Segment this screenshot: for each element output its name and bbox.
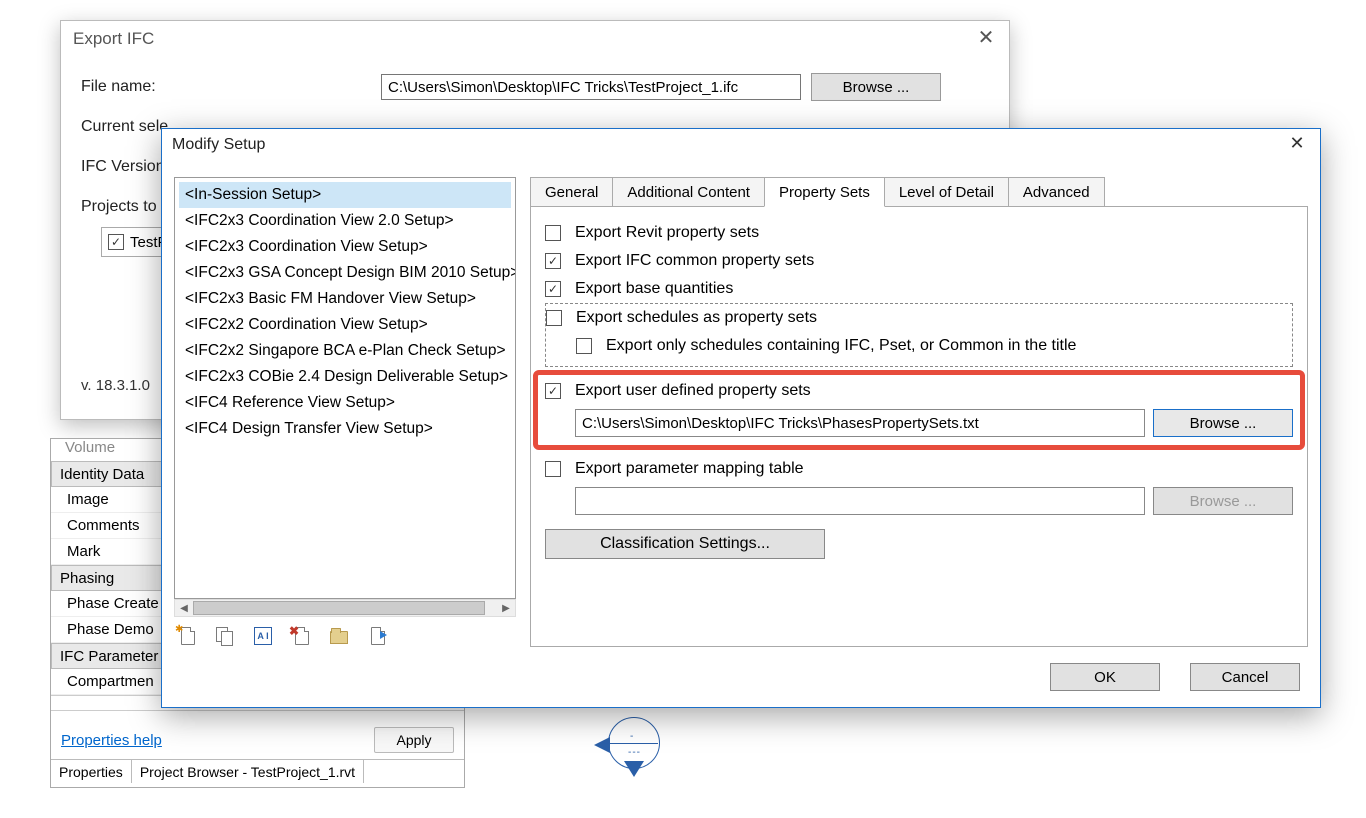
bottom-tab-strip: Properties Project Browser - TestProject… [51, 759, 464, 783]
navigation-wheel-icon[interactable]: - --- [600, 717, 660, 777]
user-defined-browse-button[interactable]: Browse ... [1153, 409, 1293, 437]
mapping-browse-button: Browse ... [1153, 487, 1293, 515]
scroll-left-icon[interactable]: ◀ [175, 600, 193, 616]
export-setup-icon[interactable] [368, 627, 388, 647]
setup-item[interactable]: <IFC2x3 GSA Concept Design BIM 2010 Setu… [179, 260, 511, 286]
horizontal-scrollbar[interactable]: ◀ ▶ [174, 599, 516, 617]
ok-button[interactable]: OK [1050, 663, 1160, 691]
rename-setup-icon[interactable]: A I [254, 627, 274, 647]
open-folder-icon[interactable] [330, 627, 350, 647]
tab-properties[interactable]: Properties [51, 760, 132, 783]
setup-item[interactable]: <IFC2x3 Basic FM Handover View Setup> [179, 286, 511, 312]
base-quantities-checkbox[interactable] [545, 281, 561, 297]
browse-file-button[interactable]: Browse ... [811, 73, 941, 101]
user-defined-label: Export user defined property sets [575, 382, 811, 400]
close-icon[interactable]: ✕ [971, 25, 1001, 50]
project-checkbox[interactable] [108, 234, 124, 250]
setup-item[interactable]: <IFC2x2 Coordination View Setup> [179, 312, 511, 338]
schedules-sub-checkbox[interactable] [576, 338, 592, 354]
schedules-label: Export schedules as property sets [576, 309, 817, 327]
setup-item[interactable]: <IFC4 Design Transfer View Setup> [179, 416, 511, 442]
close-icon[interactable]: ✕ [1282, 133, 1312, 154]
setup-list[interactable]: <In-Session Setup> <IFC2x3 Coordination … [174, 177, 516, 599]
export-window-title: Export IFC [61, 21, 1009, 57]
user-defined-path-input[interactable] [575, 409, 1145, 437]
tab-strip: General Additional Content Property Sets… [530, 177, 1308, 207]
apply-button[interactable]: Apply [374, 727, 454, 753]
setup-item[interactable]: <IFC2x2 Singapore BCA e-Plan Check Setup… [179, 338, 511, 364]
setup-item[interactable]: <IFC2x3 Coordination View 2.0 Setup> [179, 208, 511, 234]
modify-setup-title: Modify Setup [162, 129, 1320, 161]
scroll-thumb[interactable] [193, 601, 485, 615]
tab-project-browser[interactable]: Project Browser - TestProject_1.rvt [132, 760, 364, 783]
setup-toolbar: ✱ A I ✖ [174, 617, 516, 647]
user-defined-checkbox[interactable] [545, 383, 561, 399]
modify-setup-dialog: Modify Setup ✕ <In-Session Setup> <IFC2x… [161, 128, 1321, 708]
setup-item[interactable]: <IFC2x3 COBie 2.4 Design Deliverable Set… [179, 364, 511, 390]
schedules-group: Export schedules as property sets Export… [545, 303, 1293, 367]
tab-additional-content[interactable]: Additional Content [612, 177, 765, 207]
mapping-path-input [575, 487, 1145, 515]
revit-psets-checkbox[interactable] [545, 225, 561, 241]
tab-general[interactable]: General [530, 177, 613, 207]
classification-settings-button[interactable]: Classification Settings... [545, 529, 825, 559]
schedules-sub-label: Export only schedules containing IFC, Ps… [606, 337, 1076, 355]
setup-item[interactable]: <IFC2x3 Coordination View Setup> [179, 234, 511, 260]
file-name-input[interactable] [381, 74, 801, 100]
mapping-checkbox[interactable] [545, 461, 561, 477]
revit-psets-label: Export Revit property sets [575, 224, 759, 242]
common-psets-label: Export IFC common property sets [575, 252, 814, 270]
mapping-label: Export parameter mapping table [575, 460, 804, 478]
file-name-label: File name: [81, 78, 381, 96]
delete-setup-icon[interactable]: ✖ [292, 627, 312, 647]
tab-advanced[interactable]: Advanced [1008, 177, 1105, 207]
new-setup-icon[interactable]: ✱ [178, 627, 198, 647]
setup-item[interactable]: <IFC4 Reference View Setup> [179, 390, 511, 416]
setup-item[interactable]: <In-Session Setup> [179, 182, 511, 208]
duplicate-setup-icon[interactable] [216, 627, 236, 647]
properties-help-link[interactable]: Properties help [61, 732, 374, 749]
scroll-right-icon[interactable]: ▶ [497, 600, 515, 616]
schedules-checkbox[interactable] [546, 310, 562, 326]
tab-level-of-detail[interactable]: Level of Detail [884, 177, 1009, 207]
tab-content: Export Revit property sets Export IFC co… [530, 206, 1308, 647]
base-quantities-label: Export base quantities [575, 280, 733, 298]
cancel-button[interactable]: Cancel [1190, 663, 1300, 691]
common-psets-checkbox[interactable] [545, 253, 561, 269]
tab-property-sets[interactable]: Property Sets [764, 177, 885, 207]
